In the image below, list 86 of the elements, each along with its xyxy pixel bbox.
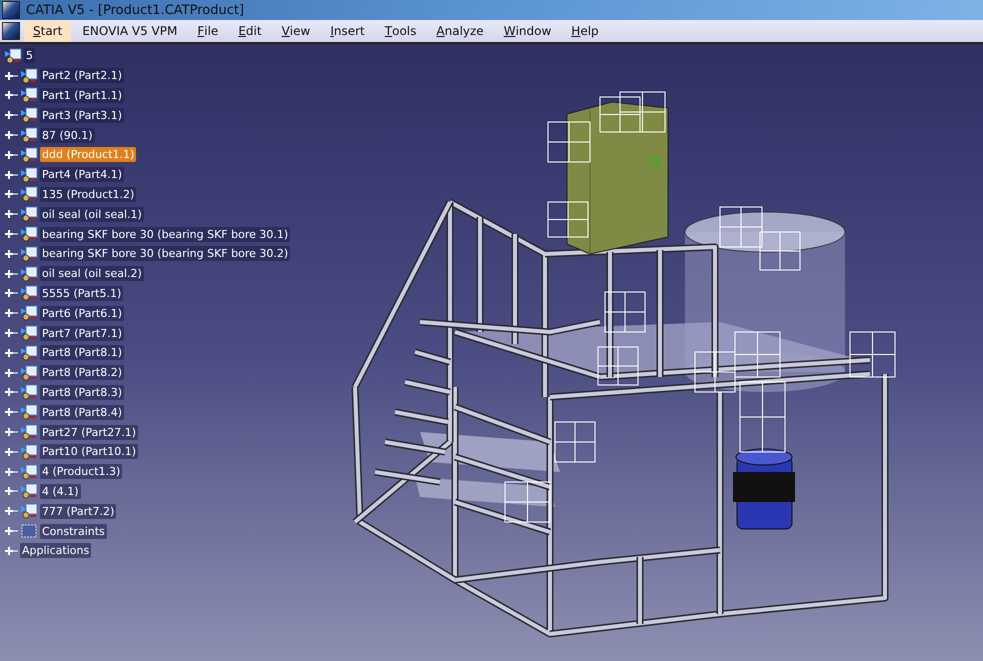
tree-item[interactable]: 4 (4.1) — [40, 484, 81, 499]
component-icon — [20, 503, 38, 520]
component-icon — [20, 325, 38, 342]
component-icon — [20, 483, 38, 500]
tree-item[interactable]: 777 (Part7.2) — [40, 504, 116, 519]
tree-item[interactable]: Part3 (Part3.1) — [40, 108, 124, 123]
component-icon — [20, 344, 38, 361]
expand-icon[interactable] — [4, 70, 18, 81]
component-icon — [20, 186, 38, 202]
expand-icon[interactable] — [4, 248, 18, 259]
tree-item[interactable]: Constraints — [40, 524, 107, 539]
tree-item[interactable]: Part8 (Part8.3) — [40, 384, 124, 400]
component-icon — [20, 127, 38, 144]
component-icon — [20, 364, 38, 381]
component-icon — [20, 444, 38, 460]
tree-item[interactable]: oil seal (oil seal.2) — [40, 266, 144, 282]
tree-item[interactable]: oil seal (oil seal.1) — [40, 206, 144, 222]
expand-icon[interactable] — [4, 446, 18, 457]
tree-root[interactable]: 5 — [24, 48, 35, 64]
menu-item[interactable]: File — [188, 20, 228, 42]
tree-item[interactable]: Applications — [20, 543, 92, 558]
expand-icon[interactable] — [4, 130, 18, 140]
component-icon — [20, 404, 38, 420]
tree-item[interactable]: Part4 (Part4.1) — [40, 167, 124, 182]
tree-item[interactable]: bearing SKF bore 30 (bearing SKF bore 30.1) — [40, 226, 290, 242]
tree-item[interactable]: Part27 (Part27.1) — [40, 424, 138, 440]
menu-item[interactable]: ENOVIA V5 VPM — [73, 20, 186, 42]
tree-item[interactable]: Part6 (Part6.1) — [40, 306, 124, 321]
expand-icon[interactable] — [4, 466, 18, 477]
component-icon — [20, 305, 38, 322]
component-icon — [20, 206, 38, 222]
component-icon — [20, 226, 38, 242]
expand-icon[interactable] — [4, 288, 18, 298]
component-icon — [20, 87, 38, 104]
expand-icon[interactable] — [4, 90, 18, 100]
expand-icon[interactable] — [4, 387, 18, 398]
tree-item[interactable]: Part8 (Part8.4) — [40, 404, 124, 420]
expand-icon[interactable] — [4, 368, 18, 378]
expand-icon[interactable] — [4, 486, 18, 496]
expand-icon[interactable] — [4, 170, 18, 180]
menu-item[interactable]: Edit — [229, 20, 271, 42]
expand-icon[interactable] — [4, 348, 18, 358]
component-icon — [4, 48, 22, 64]
app-icon — [2, 1, 20, 19]
menu-item[interactable]: View — [272, 20, 320, 42]
tree-item[interactable]: Part8 (Part8.2) — [40, 365, 124, 380]
menu-item[interactable]: Help — [562, 20, 608, 42]
component-icon — [20, 107, 38, 124]
tree-item[interactable]: Part2 (Part2.1) — [40, 68, 124, 84]
expand-icon[interactable] — [4, 308, 18, 318]
component-icon — [20, 266, 38, 282]
tree-item[interactable]: Part7 (Part7.1) — [40, 326, 124, 341]
component-icon — [20, 146, 38, 163]
expand-icon[interactable] — [4, 407, 18, 418]
expand-icon[interactable] — [4, 110, 18, 120]
tree-item[interactable]: 87 (90.1) — [40, 128, 95, 143]
tree-item[interactable]: Part1 (Part1.1) — [40, 88, 124, 103]
tree-item[interactable]: Part10 (Part10.1) — [40, 444, 138, 460]
tree-item[interactable]: 135 (Product1.2) — [40, 186, 136, 202]
menu-item[interactable]: Analyze — [427, 20, 493, 42]
expand-icon[interactable] — [4, 209, 18, 220]
expand-icon[interactable] — [4, 150, 18, 160]
component-icon — [20, 424, 38, 440]
component-icon — [20, 464, 38, 480]
menu-item[interactable]: Start — [24, 20, 72, 42]
expand-icon[interactable] — [4, 268, 18, 279]
menu-item[interactable]: Insert — [321, 20, 374, 42]
component-icon — [20, 285, 38, 302]
component-icon — [20, 246, 38, 262]
component-icon — [20, 166, 38, 183]
constraints-icon — [20, 523, 38, 540]
component-icon — [20, 384, 38, 400]
tree-item[interactable]: 5555 (Part5.1) — [40, 286, 124, 301]
expand-icon[interactable] — [4, 229, 18, 240]
tree-item[interactable]: 4 (Product1.3) — [40, 464, 122, 480]
menu-item[interactable]: Tools — [376, 20, 426, 42]
menu-item[interactable]: Window — [494, 20, 560, 42]
3d-viewport[interactable] — [0, 44, 983, 661]
tree-item[interactable]: bearing SKF bore 30 (bearing SKF bore 30.2) — [40, 246, 290, 262]
tree-item[interactable]: Part8 (Part8.1) — [40, 345, 124, 360]
window-title: CATIA V5 - [Product1.CATProduct] — [26, 2, 244, 18]
expand-icon[interactable] — [4, 189, 18, 200]
expand-icon[interactable] — [4, 427, 18, 438]
expand-icon[interactable] — [4, 328, 18, 338]
component-icon — [20, 68, 38, 84]
app-icon[interactable] — [2, 22, 20, 40]
